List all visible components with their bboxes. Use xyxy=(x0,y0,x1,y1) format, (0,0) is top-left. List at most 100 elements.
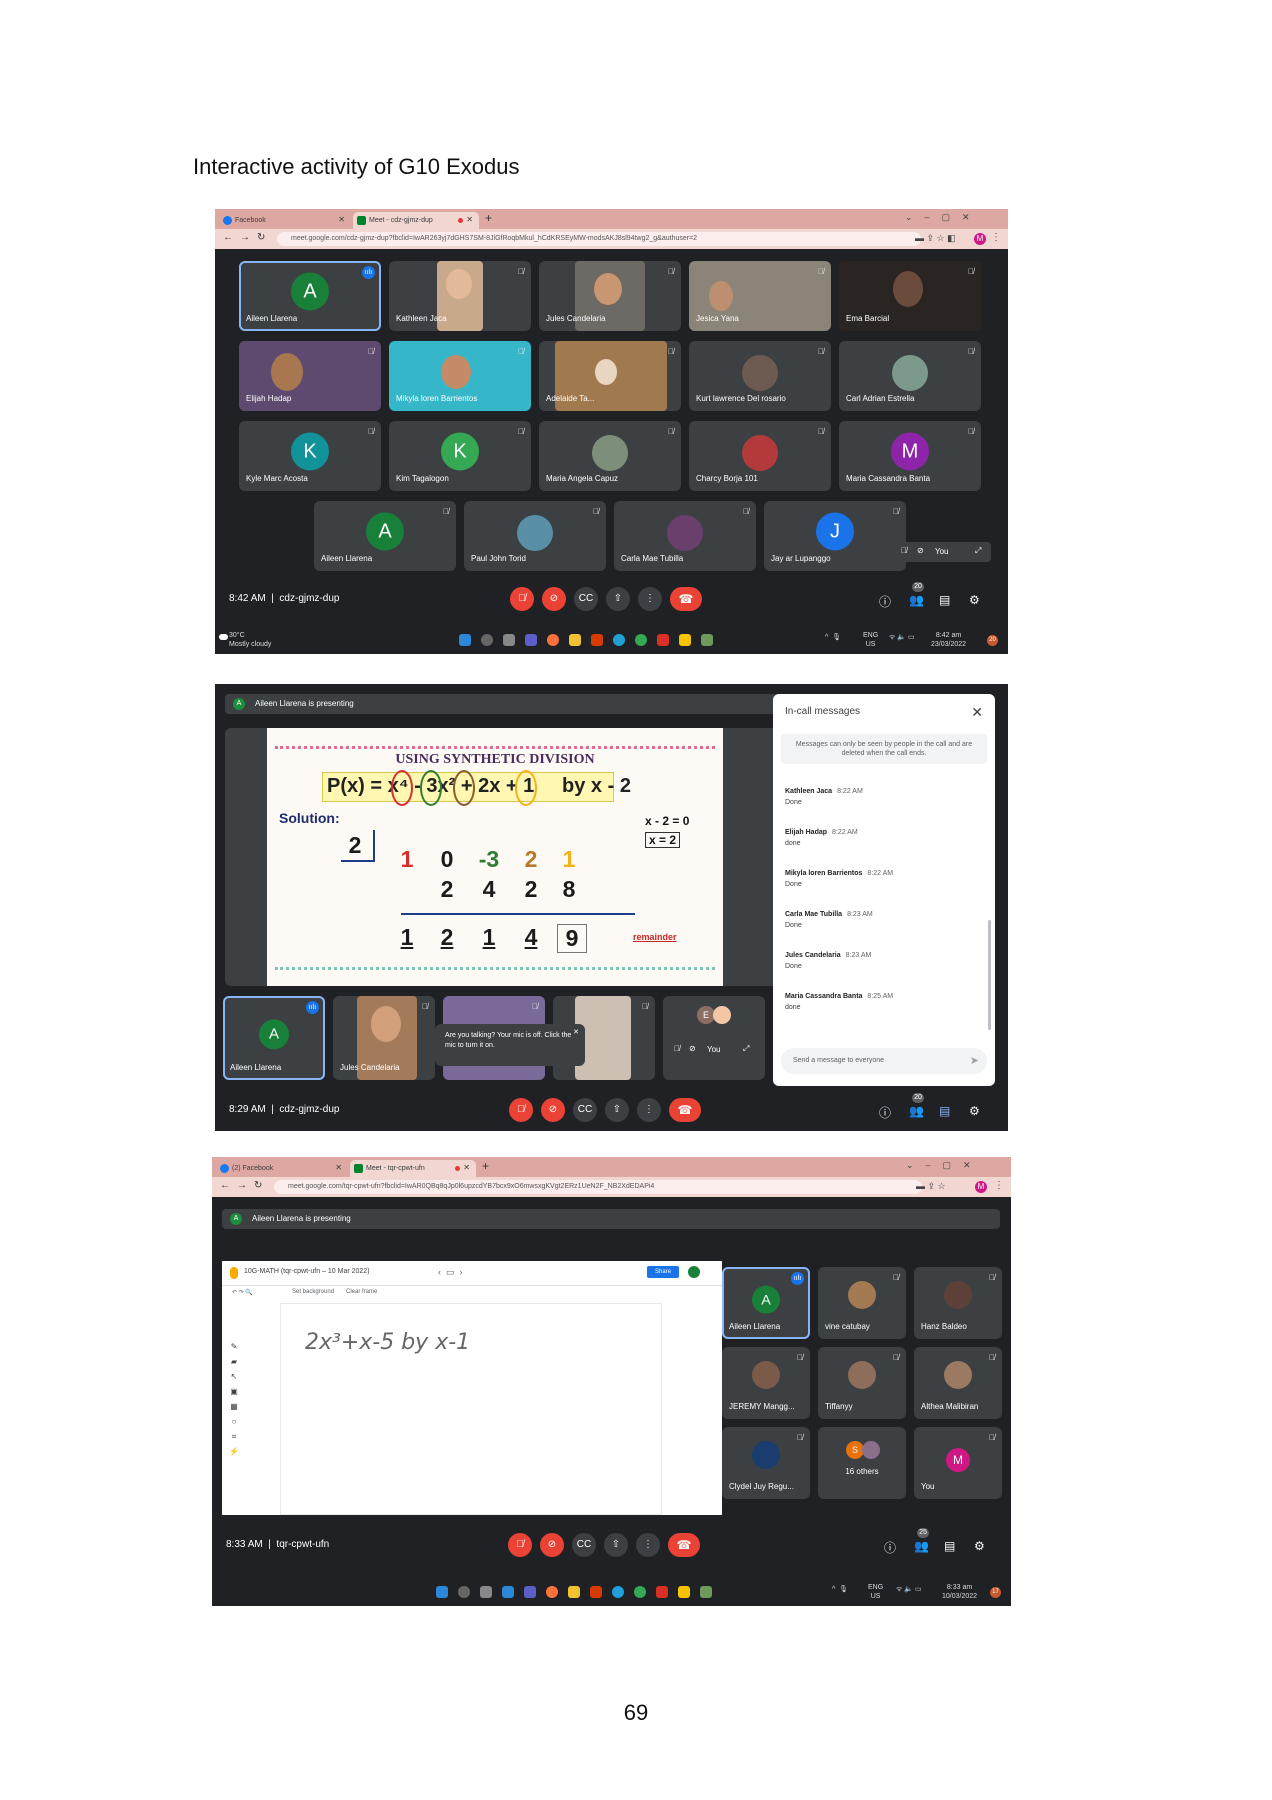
taskbar-clock[interactable]: 8:42 am 23/03/2022 xyxy=(931,631,966,649)
present-button[interactable]: ⇧ xyxy=(606,587,630,611)
shared-screen-jamboard[interactable]: 10G-MATH (tqr-cpwt-ufn – 10 Mar 2022) ‹ … xyxy=(222,1247,722,1525)
participant-tile[interactable]: 🎙̸ Tiffanyy xyxy=(818,1347,906,1419)
chat-icon[interactable]: ▤ xyxy=(939,593,950,607)
participant-tile[interactable]: J 🎙̸ Jay ar Lupanggo xyxy=(764,501,906,571)
weather-widget[interactable]: 30°C Mostly cloudy xyxy=(229,631,271,649)
self-view[interactable]: 🎙̸ ⊘ You ⤢ xyxy=(895,542,991,562)
taskbar-clock[interactable]: 8:33 am 10/03/2022 xyxy=(942,1583,977,1601)
edge-icon[interactable] xyxy=(613,634,625,646)
camera-toggle-button[interactable]: ⊘ xyxy=(542,587,566,611)
participant-tile[interactable]: 🎙̸ Jules Candelaria xyxy=(539,261,681,331)
new-tab-button[interactable]: + xyxy=(482,1159,489,1173)
lang-indicator[interactable]: ENG US xyxy=(868,1583,883,1601)
people-icon[interactable]: 👥 xyxy=(909,1104,924,1118)
network-volume-battery[interactable]: ᯤ 🔈 ▭ xyxy=(896,1585,922,1594)
participant-tile[interactable]: 🎙̸ Carla Mae Tubilla xyxy=(614,501,756,571)
notification-badge[interactable]: 20 xyxy=(987,635,998,646)
url-field[interactable]: meet.google.com/cdz-gjmz-dup?fbclid=IwAR… xyxy=(277,232,921,246)
participant-tile[interactable]: 🎙̸ Elijah Hadap xyxy=(239,341,381,411)
captions-button[interactable]: CC xyxy=(572,1533,596,1557)
profile-avatar[interactable]: M xyxy=(974,233,986,245)
participant-tile[interactable]: A 🎙̸ Aileen Llarena xyxy=(314,501,456,571)
mic-toggle-button[interactable]: 🎙̸ xyxy=(510,587,534,611)
share-button[interactable]: Share xyxy=(647,1266,679,1278)
extension-icons[interactable]: ▬ ⇪ ☆ ◧ xyxy=(915,233,956,244)
people-icon[interactable]: 👥 xyxy=(909,593,924,607)
sticky-notes-icon[interactable] xyxy=(679,634,691,646)
participant-tile[interactable]: 🎙̸ Ema Barcial xyxy=(839,261,981,331)
participant-tile[interactable]: 🎙̸ Kathleen Jaca xyxy=(389,261,531,331)
task-view-icon[interactable] xyxy=(480,1586,492,1598)
close-tab-icon[interactable]: ✕ xyxy=(335,1163,342,1172)
participant-tile[interactable]: 🎙̸ JEREMY Mangg... xyxy=(722,1347,810,1419)
self-view-tile[interactable]: E 🎙̸ ⊘ You ⤢ xyxy=(663,996,765,1080)
tab-facebook[interactable]: Facebook ✕ xyxy=(219,212,351,229)
tab-meet[interactable]: Meet - cdz-gjmz-dup ✕ xyxy=(353,212,479,229)
participant-tile[interactable]: 🎙̸ Althea Malibiran xyxy=(914,1347,1002,1419)
system-tray[interactable]: ^ 🎙 xyxy=(825,633,841,641)
close-icon[interactable]: ✕ xyxy=(971,704,983,721)
office-icon[interactable] xyxy=(590,1586,602,1598)
meet-app-icon[interactable] xyxy=(701,634,713,646)
camera-toggle-button[interactable]: ⊘ xyxy=(540,1533,564,1557)
more-options-button[interactable]: ⋮ xyxy=(637,1098,661,1122)
captions-button[interactable]: CC xyxy=(574,587,598,611)
more-options-button[interactable]: ⋮ xyxy=(636,1533,660,1557)
widgets-icon[interactable] xyxy=(502,1586,514,1598)
url-field[interactable]: meet.google.com/tqr-cpwt-ufn?fbclid=IwAR… xyxy=(274,1180,922,1194)
chrome-icon[interactable] xyxy=(635,634,647,646)
browser-menu-icon[interactable]: ⋮ xyxy=(994,1180,1004,1191)
chat-icon[interactable]: ▤ xyxy=(939,1104,950,1118)
close-tab-icon[interactable]: ✕ xyxy=(463,1163,470,1172)
jamboard-avatar[interactable] xyxy=(688,1266,700,1278)
participant-tile[interactable]: 🎙̸ Kurt lawrence Del rosario xyxy=(689,341,831,411)
participant-tile[interactable]: 🎙̸ Jesica Yana xyxy=(689,261,831,331)
meet-app-icon[interactable] xyxy=(700,1586,712,1598)
search-icon[interactable] xyxy=(458,1586,470,1598)
set-background-button[interactable]: Set background xyxy=(292,1289,334,1295)
office-icon[interactable] xyxy=(591,634,603,646)
present-button[interactable]: ⇧ xyxy=(605,1098,629,1122)
leave-call-button[interactable]: ☎ xyxy=(670,587,702,611)
wps-icon[interactable] xyxy=(657,634,669,646)
others-tile[interactable]: S 16 others xyxy=(818,1427,906,1499)
edge-icon[interactable] xyxy=(612,1586,624,1598)
participant-tile[interactable]: 🎙̸ Charcy Borja 101 xyxy=(689,421,831,491)
close-icon[interactable]: ✕ xyxy=(573,1028,579,1038)
send-icon[interactable]: ➤ xyxy=(970,1054,979,1067)
clear-frame-button[interactable]: Clear frame xyxy=(346,1289,377,1295)
participant-tile[interactable]: 🎙̸ Carl Adrian Estrella xyxy=(839,341,981,411)
leave-call-button[interactable]: ☎ xyxy=(669,1098,701,1122)
file-explorer-icon[interactable] xyxy=(568,1586,580,1598)
undo-redo-zoom[interactable]: ↶ ↷ 🔍 xyxy=(232,1289,253,1296)
windows-start-icon[interactable] xyxy=(459,634,471,646)
teams-icon[interactable] xyxy=(524,1586,536,1598)
activities-icon[interactable]: ⚙ xyxy=(969,1104,980,1118)
browser-menu-icon[interactable]: ⋮ xyxy=(991,232,1001,243)
participant-tile[interactable]: K 🎙̸ Kyle Marc Acosta xyxy=(239,421,381,491)
info-icon[interactable]: ⓘ xyxy=(879,593,891,610)
participant-tile[interactable]: 🎙̸ Hanz Baldeo xyxy=(914,1267,1002,1339)
mic-toggle-button[interactable]: 🎙̸ xyxy=(509,1098,533,1122)
activities-icon[interactable]: ⚙ xyxy=(974,1539,985,1553)
messages-scrollbar[interactable] xyxy=(988,920,991,1030)
frame-navigator[interactable]: ‹ ▭ › xyxy=(438,1267,463,1278)
window-controls[interactable]: ⌄–▢✕ xyxy=(905,212,982,223)
tab-facebook[interactable]: (2) Facebook ✕ xyxy=(216,1160,348,1177)
close-tab-icon[interactable]: ✕ xyxy=(466,215,473,224)
expand-icon[interactable]: ⤢ xyxy=(975,546,981,556)
wps-icon[interactable] xyxy=(656,1586,668,1598)
teams-icon[interactable] xyxy=(525,634,537,646)
lang-indicator[interactable]: ENG US xyxy=(863,631,878,649)
info-icon[interactable]: ⓘ xyxy=(879,1104,891,1121)
firefox-icon[interactable] xyxy=(546,1586,558,1598)
more-options-button[interactable]: ⋮ xyxy=(638,587,662,611)
captions-button[interactable]: CC xyxy=(573,1098,597,1122)
participant-tile[interactable]: M 🎙̸ Maria Cassandra Banta xyxy=(839,421,981,491)
sticky-notes-icon[interactable] xyxy=(678,1586,690,1598)
task-view-icon[interactable] xyxy=(503,634,515,646)
participant-tile[interactable]: 🎙̸ Clydel Juy Regu... xyxy=(722,1427,810,1499)
nav-buttons[interactable]: ←→↻ xyxy=(220,1180,269,1191)
message-input[interactable]: Send a message to everyone xyxy=(781,1048,987,1074)
participant-tile[interactable]: 🎙̸ Mikyla loren Barrientos xyxy=(389,341,531,411)
